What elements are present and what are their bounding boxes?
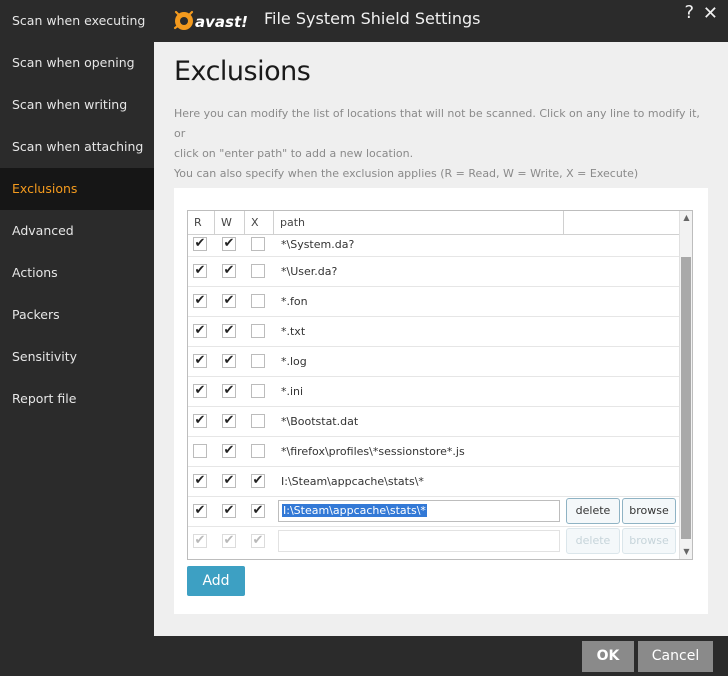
new-path-input[interactable] bbox=[278, 530, 560, 552]
cancel-button[interactable]: Cancel bbox=[638, 641, 713, 672]
sidebar-item-sensitivity[interactable]: Sensitivity bbox=[0, 336, 154, 378]
delete-button-disabled: delete bbox=[566, 528, 620, 554]
help-icon[interactable]: ? bbox=[684, 2, 694, 23]
execute-checkbox[interactable] bbox=[251, 237, 265, 251]
execute-checkbox[interactable] bbox=[251, 384, 265, 398]
path-cell[interactable]: *.txt bbox=[281, 325, 305, 338]
table-row[interactable]: ✔ ✔ *.log bbox=[188, 347, 680, 377]
column-header-w[interactable]: W bbox=[215, 211, 245, 234]
sidebar: Scan when executing Scan when opening Sc… bbox=[0, 0, 154, 676]
execute-checkbox[interactable]: ✔ bbox=[251, 474, 265, 488]
execute-checkbox[interactable]: ✔ bbox=[251, 504, 265, 518]
description-line-3: You can also specify when the exclusion … bbox=[174, 167, 639, 180]
sidebar-item-scan-when-executing[interactable]: Scan when executing bbox=[0, 0, 154, 42]
table-row[interactable]: ✔ ✔ *\Bootstat.dat bbox=[188, 407, 680, 437]
write-checkbox[interactable]: ✔ bbox=[222, 264, 236, 278]
description-line-2: click on "enter path" to add a new locat… bbox=[174, 147, 414, 160]
execute-checkbox[interactable] bbox=[251, 264, 265, 278]
path-cell[interactable]: *\User.da? bbox=[281, 265, 337, 278]
execute-checkbox[interactable] bbox=[251, 324, 265, 338]
read-checkbox[interactable]: ✔ bbox=[193, 354, 207, 368]
sidebar-item-packers[interactable]: Packers bbox=[0, 294, 154, 336]
path-cell[interactable]: I:\Steam\appcache\stats\* bbox=[281, 475, 424, 488]
read-checkbox[interactable]: ✔ bbox=[193, 534, 207, 548]
write-checkbox[interactable]: ✔ bbox=[222, 534, 236, 548]
execute-checkbox[interactable] bbox=[251, 294, 265, 308]
delete-button[interactable]: delete bbox=[566, 498, 620, 524]
execute-checkbox[interactable] bbox=[251, 414, 265, 428]
path-cell[interactable]: *.ini bbox=[281, 385, 303, 398]
path-cell[interactable]: *\firefox\profiles\*sessionstore*.js bbox=[281, 445, 465, 458]
read-checkbox[interactable]: ✔ bbox=[193, 384, 207, 398]
path-cell[interactable]: *\System.da? bbox=[281, 238, 354, 251]
logo-wordmark: avast! bbox=[195, 13, 248, 31]
table-row[interactable]: ✔ ✔ *.ini bbox=[188, 377, 680, 407]
sidebar-item-scan-when-attaching[interactable]: Scan when attaching bbox=[0, 126, 154, 168]
read-checkbox[interactable]: ✔ bbox=[193, 237, 207, 251]
read-checkbox[interactable]: ✔ bbox=[193, 474, 207, 488]
scroll-down-arrow-icon[interactable]: ▼ bbox=[680, 545, 692, 559]
sidebar-item-scan-when-opening[interactable]: Scan when opening bbox=[0, 42, 154, 84]
footer: OK Cancel bbox=[154, 636, 728, 676]
title-bar: avast! File System Shield Settings ? ✕ bbox=[154, 0, 728, 42]
table-row[interactable]: ✔ ✔ *\System.da? bbox=[188, 235, 680, 257]
write-checkbox[interactable]: ✔ bbox=[222, 354, 236, 368]
table-row[interactable]: ✔ ✔ *.fon bbox=[188, 287, 680, 317]
read-checkbox[interactable]: ✔ bbox=[193, 504, 207, 518]
close-icon[interactable]: ✕ bbox=[703, 3, 718, 24]
write-checkbox[interactable]: ✔ bbox=[222, 504, 236, 518]
execute-checkbox[interactable]: ✔ bbox=[251, 534, 265, 548]
add-button[interactable]: Add bbox=[187, 566, 245, 596]
read-checkbox[interactable]: ✔ bbox=[193, 294, 207, 308]
sidebar-item-advanced[interactable]: Advanced bbox=[0, 210, 154, 252]
avast-logo: avast! bbox=[173, 10, 248, 31]
scrollbar-thumb[interactable] bbox=[681, 257, 691, 539]
column-header-r[interactable]: R bbox=[188, 211, 215, 234]
column-header-x[interactable]: X bbox=[245, 211, 274, 234]
table-row[interactable]: ✔ ✔ ✔ I:\Steam\appcache\stats\* bbox=[188, 467, 680, 497]
table-row-new[interactable]: ✔ ✔ ✔ delete browse bbox=[188, 527, 680, 557]
execute-checkbox[interactable] bbox=[251, 444, 265, 458]
browse-button-disabled: browse bbox=[622, 528, 676, 554]
read-checkbox[interactable]: ✔ bbox=[193, 324, 207, 338]
main-content: Exclusions Here you can modify the list … bbox=[154, 42, 728, 636]
window-title: File System Shield Settings bbox=[264, 9, 481, 28]
path-cell[interactable]: *.fon bbox=[281, 295, 308, 308]
write-checkbox[interactable]: ✔ bbox=[222, 294, 236, 308]
path-input-selection: I:\Steam\appcache\stats\* bbox=[282, 504, 427, 517]
sidebar-item-report-file[interactable]: Report file bbox=[0, 378, 154, 420]
write-checkbox[interactable]: ✔ bbox=[222, 237, 236, 251]
sidebar-item-actions[interactable]: Actions bbox=[0, 252, 154, 294]
exclusions-panel: R W X path ✔ ✔ *\System.da? ✔ ✔ *\User.d… bbox=[174, 188, 708, 614]
vertical-scrollbar[interactable]: ▲ ▼ bbox=[679, 211, 692, 559]
column-header-path[interactable]: path bbox=[274, 211, 564, 234]
browse-button[interactable]: browse bbox=[622, 498, 676, 524]
exclusions-table: R W X path ✔ ✔ *\System.da? ✔ ✔ *\User.d… bbox=[187, 210, 693, 560]
table-row[interactable]: ✔ ✔ *.txt bbox=[188, 317, 680, 347]
path-cell[interactable]: *\Bootstat.dat bbox=[281, 415, 358, 428]
write-checkbox[interactable]: ✔ bbox=[222, 414, 236, 428]
page-title: Exclusions bbox=[174, 56, 311, 87]
description: Here you can modify the list of location… bbox=[174, 104, 714, 184]
path-cell[interactable]: *.log bbox=[281, 355, 307, 368]
path-input[interactable]: I:\Steam\appcache\stats\* bbox=[278, 500, 560, 522]
write-checkbox[interactable]: ✔ bbox=[222, 474, 236, 488]
read-checkbox[interactable] bbox=[193, 444, 207, 458]
sidebar-item-exclusions[interactable]: Exclusions bbox=[0, 168, 154, 210]
sidebar-item-scan-when-writing[interactable]: Scan when writing bbox=[0, 84, 154, 126]
read-checkbox[interactable]: ✔ bbox=[193, 414, 207, 428]
read-checkbox[interactable]: ✔ bbox=[193, 264, 207, 278]
table-body: ✔ ✔ *\System.da? ✔ ✔ *\User.da? ✔ ✔ *.fo… bbox=[188, 235, 680, 557]
description-line-1: Here you can modify the list of location… bbox=[174, 107, 700, 140]
ok-button[interactable]: OK bbox=[582, 641, 634, 672]
table-row[interactable]: ✔ ✔ *\User.da? bbox=[188, 257, 680, 287]
write-checkbox[interactable]: ✔ bbox=[222, 444, 236, 458]
scroll-up-arrow-icon[interactable]: ▲ bbox=[680, 211, 692, 225]
table-row-editing[interactable]: ✔ ✔ ✔ I:\Steam\appcache\stats\* delete b… bbox=[188, 497, 680, 527]
execute-checkbox[interactable] bbox=[251, 354, 265, 368]
table-row[interactable]: ✔ *\firefox\profiles\*sessionstore*.js bbox=[188, 437, 680, 467]
write-checkbox[interactable]: ✔ bbox=[222, 384, 236, 398]
write-checkbox[interactable]: ✔ bbox=[222, 324, 236, 338]
table-header: R W X path bbox=[188, 211, 680, 235]
